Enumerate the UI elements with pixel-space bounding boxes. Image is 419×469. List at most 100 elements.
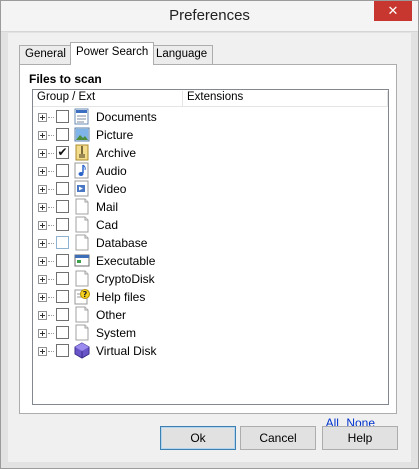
window-title: Preferences bbox=[169, 7, 250, 24]
tree-connector bbox=[48, 189, 54, 190]
cad-icon bbox=[74, 216, 90, 233]
audio-icon bbox=[74, 162, 90, 179]
list-item[interactable]: Database bbox=[33, 234, 388, 252]
list-item-label: Database bbox=[96, 236, 148, 250]
column-header-group-ext[interactable]: Group / Ext bbox=[33, 91, 183, 107]
tab-power-search[interactable]: Power Search bbox=[70, 42, 155, 65]
expand-plus-icon[interactable] bbox=[38, 113, 47, 122]
executable-icon bbox=[74, 252, 90, 269]
archive-icon bbox=[74, 144, 90, 161]
mail-icon bbox=[74, 198, 90, 215]
cancel-button[interactable]: Cancel bbox=[240, 426, 316, 450]
list-item-label: CryptoDisk bbox=[96, 272, 155, 286]
list-item[interactable]: Mail bbox=[33, 198, 388, 216]
item-checkbox[interactable] bbox=[56, 344, 69, 357]
list-item[interactable]: ✔ Archive bbox=[33, 144, 388, 162]
expand-plus-icon[interactable] bbox=[38, 221, 47, 230]
list-item-label: Mail bbox=[96, 200, 119, 214]
list-item[interactable]: Picture bbox=[33, 126, 388, 144]
documents-icon bbox=[74, 108, 90, 125]
files-to-scan-title: Files to scan bbox=[29, 72, 102, 86]
item-checkbox[interactable] bbox=[56, 236, 69, 249]
expand-plus-icon[interactable] bbox=[38, 311, 47, 320]
expand-plus-icon[interactable] bbox=[38, 131, 47, 140]
list-item[interactable]: Audio bbox=[33, 162, 388, 180]
list-item-label: Help files bbox=[96, 290, 146, 304]
expand-plus-icon[interactable] bbox=[38, 185, 47, 194]
expand-plus-icon[interactable] bbox=[38, 149, 47, 158]
cryptodisk-icon bbox=[74, 270, 90, 287]
close-button[interactable]: ✕ bbox=[374, 1, 412, 21]
item-checkbox[interactable]: ✔ bbox=[56, 146, 69, 159]
tree-connector bbox=[48, 171, 54, 172]
tree-connector bbox=[48, 351, 54, 352]
tree-connector bbox=[48, 261, 54, 262]
preferences-window: Preferences ✕ General Power Search Langu… bbox=[0, 0, 419, 469]
list-item-label: Video bbox=[96, 182, 127, 196]
list-item-label: Documents bbox=[96, 110, 157, 124]
item-checkbox[interactable] bbox=[56, 218, 69, 231]
picture-icon bbox=[74, 126, 90, 143]
list-item[interactable]: Cad bbox=[33, 216, 388, 234]
help-files-icon: ? bbox=[74, 288, 90, 305]
tree-connector bbox=[48, 117, 54, 118]
expand-plus-icon[interactable] bbox=[38, 347, 47, 356]
item-checkbox[interactable] bbox=[56, 182, 69, 195]
ok-button[interactable]: Ok bbox=[160, 426, 236, 450]
column-header-extensions[interactable]: Extensions bbox=[183, 91, 388, 107]
item-checkbox[interactable] bbox=[56, 254, 69, 267]
expand-plus-icon[interactable] bbox=[38, 239, 47, 248]
item-checkbox[interactable] bbox=[56, 326, 69, 339]
list-header: Group / Ext Extensions bbox=[33, 90, 388, 107]
list-item[interactable]: ? Help files bbox=[33, 288, 388, 306]
list-item[interactable]: Documents bbox=[33, 108, 388, 126]
list-item[interactable]: Other bbox=[33, 306, 388, 324]
list-item[interactable]: CryptoDisk bbox=[33, 270, 388, 288]
database-icon bbox=[74, 234, 90, 251]
tree-connector bbox=[48, 279, 54, 280]
item-checkbox[interactable] bbox=[56, 164, 69, 177]
files-to-scan-list[interactable]: Group / Ext Extensions Documents Picture ✔… bbox=[32, 89, 389, 405]
list-item-label: Other bbox=[96, 308, 127, 322]
list-item-label: Audio bbox=[96, 164, 127, 178]
item-checkbox[interactable] bbox=[56, 308, 69, 321]
list-item-label: System bbox=[96, 326, 137, 340]
expand-plus-icon[interactable] bbox=[38, 167, 47, 176]
list-item[interactable]: Video bbox=[33, 180, 388, 198]
dialog-client-area: General Power Search Language Files to s… bbox=[8, 33, 411, 462]
expand-plus-icon[interactable] bbox=[38, 257, 47, 266]
list-item[interactable]: System bbox=[33, 324, 388, 342]
other-icon bbox=[74, 306, 90, 323]
item-checkbox[interactable] bbox=[56, 200, 69, 213]
list-item-label: Virtual Disk bbox=[96, 344, 157, 358]
tab-language[interactable]: Language bbox=[150, 45, 214, 64]
item-checkbox[interactable] bbox=[56, 290, 69, 303]
tree-connector bbox=[48, 243, 54, 244]
list-item-label: Cad bbox=[96, 218, 119, 232]
tree-connector bbox=[48, 153, 54, 154]
list-item-label: Picture bbox=[96, 128, 134, 142]
tree-connector bbox=[48, 207, 54, 208]
tree-connector bbox=[48, 135, 54, 136]
virtual-disk-icon bbox=[74, 342, 90, 359]
system-icon bbox=[74, 324, 90, 341]
tree-connector bbox=[48, 315, 54, 316]
tree-connector bbox=[48, 297, 54, 298]
svg-text:?: ? bbox=[83, 290, 88, 299]
power-search-panel: Files to scan Group / Ext Extensions Doc… bbox=[19, 64, 397, 430]
expand-plus-icon[interactable] bbox=[38, 329, 47, 338]
title-bar[interactable]: Preferences ✕ bbox=[1, 1, 418, 32]
expand-plus-icon[interactable] bbox=[38, 293, 47, 302]
item-checkbox[interactable] bbox=[56, 272, 69, 285]
list-item[interactable]: Executable bbox=[33, 252, 388, 270]
item-checkbox[interactable] bbox=[56, 128, 69, 141]
help-button[interactable]: Help bbox=[322, 426, 398, 450]
tree-connector bbox=[48, 225, 54, 226]
list-item[interactable]: Virtual Disk bbox=[33, 342, 388, 360]
item-checkbox[interactable] bbox=[56, 110, 69, 123]
expand-plus-icon[interactable] bbox=[38, 203, 47, 212]
video-icon bbox=[74, 180, 90, 197]
tab-general[interactable]: General bbox=[19, 45, 72, 64]
tree-connector bbox=[48, 333, 54, 334]
expand-plus-icon[interactable] bbox=[38, 275, 47, 284]
